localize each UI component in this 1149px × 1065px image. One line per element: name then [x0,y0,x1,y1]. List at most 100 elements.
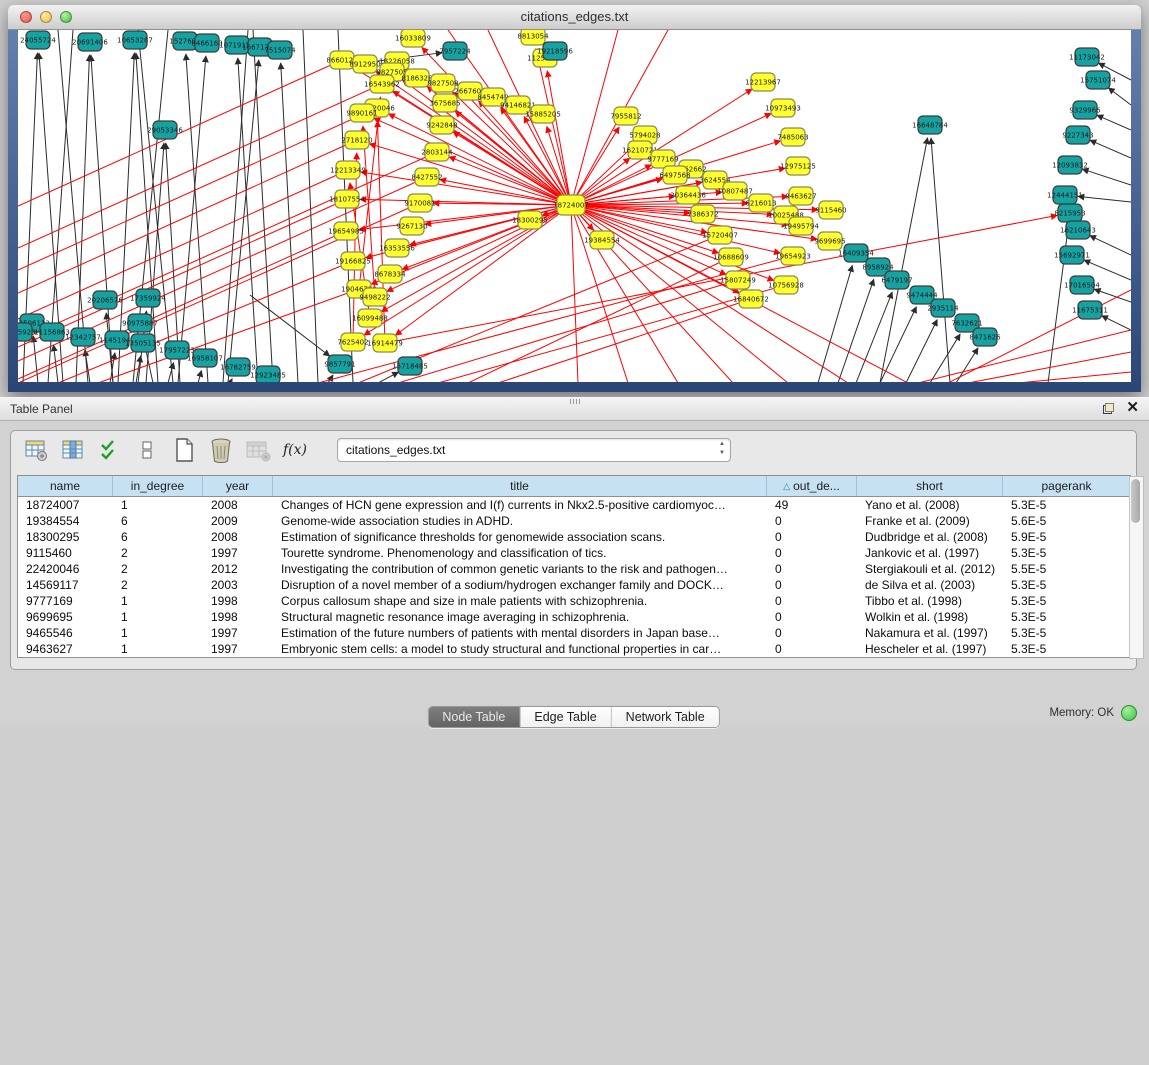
table-cell: 0 [767,641,857,657]
table-cell: 1997 [203,641,273,657]
network-canvas-holder[interactable]: 8660123891295018226058982750516543962818… [18,30,1131,382]
node-table[interactable]: namein_degreeyeartitle△out_de...shortpag… [17,475,1131,658]
graph-node-label: 9890161 [346,110,377,118]
graph-node-label: 16648784 [912,122,948,130]
clear-selection-button[interactable] [134,437,160,463]
graph-node-label: 17359924 [130,295,166,303]
delete-button[interactable] [208,437,234,463]
table-row[interactable]: 977716911998Corpus callosum shape and si… [18,593,1130,609]
delete-table-button[interactable] [245,437,271,463]
graph-edge [1078,196,1131,202]
graph-edge [536,49,571,205]
graph-node-label: 9857791 [324,361,355,369]
graph-edge [186,54,208,382]
table-row[interactable]: 2242004622012Investigating the contribut… [18,561,1130,577]
graph-node-label: 16099488 [352,315,388,323]
table-cell: Estimation of the future numbers of pati… [273,625,767,641]
checkmarks-icon [99,439,121,461]
tab-network-table[interactable]: Network Table [612,707,719,727]
graph-node-label: 6479197 [881,277,912,285]
graph-node-label: 18107554 [329,196,365,204]
graph-node-label: 8813054 [517,33,549,41]
column-header-title[interactable]: title [273,476,767,496]
table-row[interactable]: 969969511998Structural magnetic resonanc… [18,609,1130,625]
column-visibility-button[interactable] [60,437,86,463]
table-cell: 14569117 [18,577,113,593]
tab-edge-table[interactable]: Edge Table [520,707,611,727]
graph-node-label: 7957224 [439,48,471,56]
graph-node-label: 9115460 [815,207,846,215]
graph-edge [1097,115,1131,130]
table-cell: 1998 [203,593,273,609]
tab-node-table[interactable]: Node Table [428,707,520,727]
graph-node-label: 7515074 [264,47,296,55]
table-column-icon [61,438,85,462]
graph-node-label: 2803144 [421,149,453,157]
column-header-out_de[interactable]: △out_de... [767,476,857,496]
graph-node-label: 19495794 [783,223,819,231]
table-row[interactable]: 1872400712008Changes of HCN gene express… [18,497,1130,513]
table-row[interactable]: 946554611997Estimation of the future num… [18,625,1130,641]
window-titlebar[interactable]: citations_edges.txt [8,5,1141,30]
graph-node-label: 8466160 [191,40,222,48]
graph-node-label: 3915923 [18,329,36,337]
table-cell: 5.6E-5 [1003,513,1130,529]
column-header-short[interactable]: short [857,476,1003,496]
close-panel-icon[interactable]: ✕ [1126,401,1139,415]
graph-node-label: 2718120 [341,137,372,145]
table-row[interactable]: 1830029562008Estimation of significance … [18,529,1130,545]
graph-edge [1090,236,1131,255]
table-cell: 2008 [203,529,273,545]
graph-node-label: 18300295 [512,217,548,225]
table-cell: 0 [767,561,857,577]
table-mode-button[interactable] [23,437,49,463]
window-frame: 8660123891295018226058982750516543962818… [8,30,1141,392]
float-panel-icon[interactable] [1103,403,1114,414]
table-cell: 1997 [203,625,273,641]
table-cell: Hescheler et al. (1997) [857,641,1003,657]
fx-icon: f(x) [283,442,307,458]
table-cell: Corpus callosum shape and size in male p… [273,593,767,609]
table-row[interactable]: 911546021997Tourette syndrome. Phenomeno… [18,545,1130,561]
graph-node-label: 3675685 [429,100,460,108]
column-header-pagerank[interactable]: pagerank [1003,476,1130,496]
table-cell: 49 [767,497,857,513]
window-title: citations_edges.txt [8,9,1141,24]
graph-node-label: 15807249 [720,277,756,285]
function-builder-button[interactable]: f(x) [282,437,308,463]
column-header-name[interactable]: name [18,476,113,496]
table-cell: 0 [767,529,857,545]
table-row[interactable]: 1456911722003Disruption of a novel membe… [18,577,1130,593]
table-chooser-select[interactable]: citations_edges.txt ▲▼ [337,438,731,462]
table-cell: 2 [113,545,203,561]
table-cell: Wolkin et al. (1998) [857,609,1003,625]
table-row[interactable]: 946362711997Embryonic stem cells: a mode… [18,641,1130,657]
table-cell: Changes of HCN gene expression and I(f) … [273,497,767,513]
table-chooser-value: citations_edges.txt [338,443,730,457]
graph-edge [1090,140,1131,158]
table-cell: 2012 [203,561,273,577]
table-type-tabs: Node TableEdge TableNetwork Table [427,706,719,728]
table-body: 1872400712008Changes of HCN gene express… [18,497,1130,657]
vertical-scrollbar[interactable] [1129,476,1144,659]
graph-node-label: 16409354 [838,250,874,258]
network-canvas[interactable]: 8660123891295018226058982750516543962818… [18,30,1131,382]
select-all-button[interactable] [97,437,123,463]
splitter-grip-icon[interactable] [570,399,580,404]
table-gear-icon [24,438,48,462]
table-row[interactable]: 1938455462009Genome-wide association stu… [18,513,1130,529]
table-cell: Dudbridge et al. (2008) [857,529,1003,545]
table-cell: Disruption of a novel member of a sodium… [273,577,767,593]
column-header-year[interactable]: year [203,476,273,496]
graph-node-label: 12975125 [780,163,816,171]
graph-node-label: 16782759 [220,364,256,372]
table-cell: 5.3E-5 [1003,593,1130,609]
graph-edge [369,144,571,205]
scrollbar-thumb[interactable] [1131,479,1140,523]
table-cell: 0 [767,513,857,529]
graph-node-label: 16033809 [395,35,431,43]
new-document-button[interactable] [171,437,197,463]
column-header-in_degree[interactable]: in_degree [113,476,203,496]
graph-node-label: 9227343 [1062,132,1093,140]
graph-node-label: 9329966 [1069,107,1101,115]
